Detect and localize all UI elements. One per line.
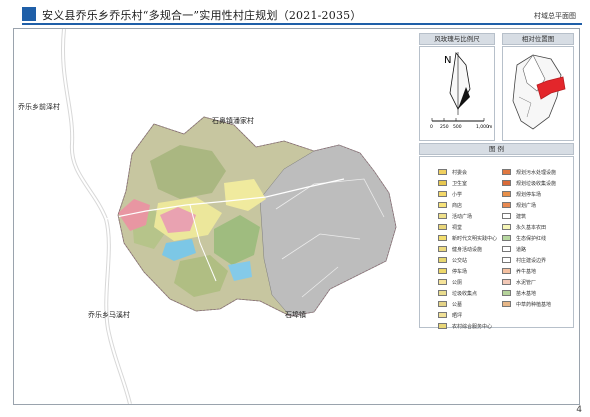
compass-panel-title: 风玫瑰与比例尺: [419, 33, 495, 45]
legend-swatch-left-7: [438, 235, 447, 241]
sheet-label: 村域总平面图: [534, 12, 576, 20]
legend-swatch-right-1: [502, 169, 511, 175]
legend-item-village-committee: 村委会: [452, 170, 468, 176]
legend-item-basic-farmland: 永久基本农田: [516, 225, 547, 231]
legend-swatch-right-11: [502, 279, 511, 285]
legend-item-parking: 停车场: [452, 269, 468, 275]
legend-item-cemetery: 公墓: [452, 302, 463, 308]
legend-swatch-right-3: [502, 191, 511, 197]
legend-item-ancestral-hall: 祠堂: [452, 225, 463, 231]
legend-swatch-left-13: [438, 301, 447, 307]
legend-item-cement-pipe-factory: 水泥管厂: [516, 280, 537, 286]
legend-swatch-left-6: [438, 224, 447, 230]
legend-item-drying-ground: 晒坪: [452, 313, 463, 319]
location-panel-title: 相对位置图: [502, 33, 574, 45]
legend-swatch-right-12: [502, 290, 511, 296]
legend-swatch-left-14: [438, 312, 447, 318]
legend-title: 图 例: [419, 143, 574, 155]
village-map: 乔乐乡前泽村 石鼻镇潘家村 乔乐乡马溪村 石埠镇: [14, 29, 414, 404]
legend-swatch-left-2: [438, 180, 447, 186]
legend-swatch-right-13: [502, 301, 511, 307]
legend-item-garbage-point: 垃圾收集点: [452, 291, 478, 297]
legend-swatch-right-4: [502, 202, 511, 208]
legend-item-clinic: 卫生室: [452, 181, 468, 187]
legend-swatch-left-15: [438, 323, 447, 329]
legend-swatch-left-12: [438, 290, 447, 296]
legend-item-fitness: 健身活动设施: [452, 247, 483, 253]
legend-item-service-center: 农村综合服务中心: [452, 324, 493, 330]
north-label: N: [444, 55, 451, 66]
label-maxi-village: 乔乐乡马溪村: [88, 311, 130, 319]
label-panjia-village: 石鼻镇潘家村: [212, 117, 254, 125]
location-panel: [502, 46, 574, 141]
legend-item-waste-collection: 规划垃圾收集设施: [516, 181, 557, 187]
title-bar: 安义县乔乐乡乔乐村“多规合一”实用性村庄规划（2021-2035）: [22, 5, 582, 25]
page-number: 4: [576, 405, 582, 415]
legend-item-herb-base: 中草药种植基地: [516, 302, 552, 308]
legend-swatch-left-4: [438, 202, 447, 208]
legend-swatch-left-3: [438, 191, 447, 197]
scale-tick-500: 500: [453, 124, 462, 130]
title-rule: [22, 23, 582, 25]
legend-item-village-boundary: 村庄建设边界: [516, 258, 547, 264]
legend-item-road: 道路: [516, 247, 527, 253]
legend-item-bus-stop: 公交站: [452, 258, 468, 264]
legend-swatch-left-11: [438, 279, 447, 285]
title-marker: [22, 7, 36, 21]
scale-tick-0: 0: [430, 124, 433, 130]
legend-item-civilization-center: 新时代文明实践中心: [452, 236, 498, 242]
legend-swatch-right-2: [502, 180, 511, 186]
label-shibu-town: 石埠镇: [285, 311, 306, 319]
legend-swatch-right-10: [502, 268, 511, 274]
legend-item-planned-parking: 规划停车场: [516, 192, 542, 198]
legend-swatch-left-1: [438, 169, 447, 175]
legend-swatch-right-6: [502, 224, 511, 230]
legend-item-nursery-base: 苗木基地: [516, 291, 537, 297]
legend-item-planned-square: 规划广场: [516, 203, 537, 209]
legend-item-sewage: 规划污水处理设施: [516, 170, 557, 176]
legend-swatch-left-8: [438, 246, 447, 252]
label-qianze-village: 乔乐乡前泽村: [18, 103, 60, 111]
legend-swatch-right-8: [502, 246, 511, 252]
legend-swatch-left-9: [438, 257, 447, 263]
page-title: 安义县乔乐乡乔乐村“多规合一”实用性村庄规划（2021-2035）: [42, 9, 362, 22]
wind-rose: N 0 250 500 1,000 m: [430, 52, 492, 130]
legend-swatch-right-5: [502, 213, 511, 219]
compass-panel: N 0 250 500 1,000 m: [419, 46, 495, 141]
legend-item-eco-redline: 生态保护红线: [516, 236, 547, 242]
scale-unit: m: [488, 125, 492, 130]
legend-item-plaza: 活动广场: [452, 214, 473, 220]
legend-swatch-left-10: [438, 268, 447, 274]
legend-swatch-right-9: [502, 257, 511, 263]
legend-item-building: 建筑: [516, 214, 527, 220]
legend-swatch-right-7: [502, 235, 511, 241]
location-map: [512, 54, 566, 130]
legend-item-primary-school: 小学: [452, 192, 463, 198]
legend-swatch-left-5: [438, 213, 447, 219]
legend-item-toilet: 公厕: [452, 280, 463, 286]
legend-item-cattle-base: 养牛基地: [516, 269, 537, 275]
legend-item-shop: 商店: [452, 203, 463, 209]
scale-tick-250: 250: [440, 124, 449, 130]
map-svg: [61, 29, 397, 404]
